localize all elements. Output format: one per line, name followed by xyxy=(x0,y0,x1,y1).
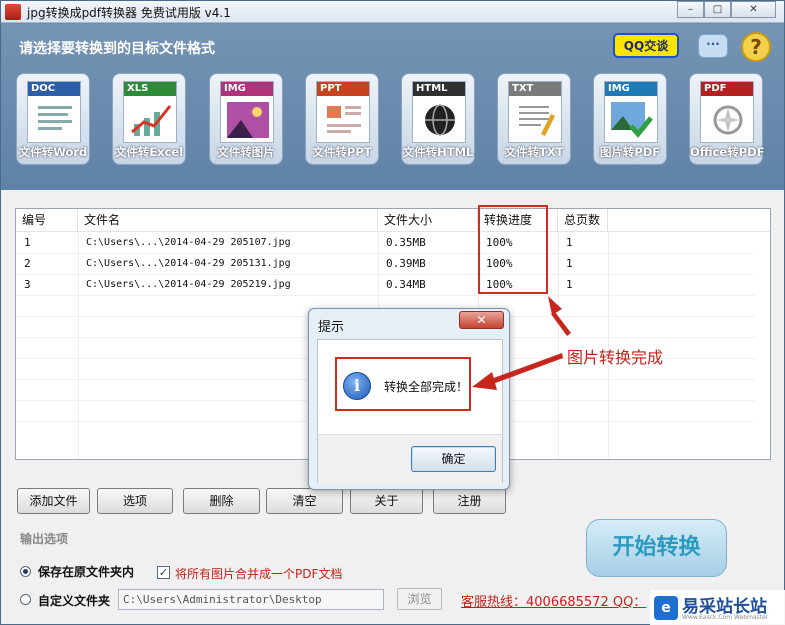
watermark-subtext: Www.Easck.Com Webmaster xyxy=(682,614,769,621)
annotation-callout: 图片转换完成 xyxy=(567,348,664,367)
annotation-arrows xyxy=(472,296,571,390)
watermark: e 易采站长站 Www.Easck.Com Webmaster xyxy=(650,590,785,625)
watermark-logo-icon: e xyxy=(654,596,678,620)
